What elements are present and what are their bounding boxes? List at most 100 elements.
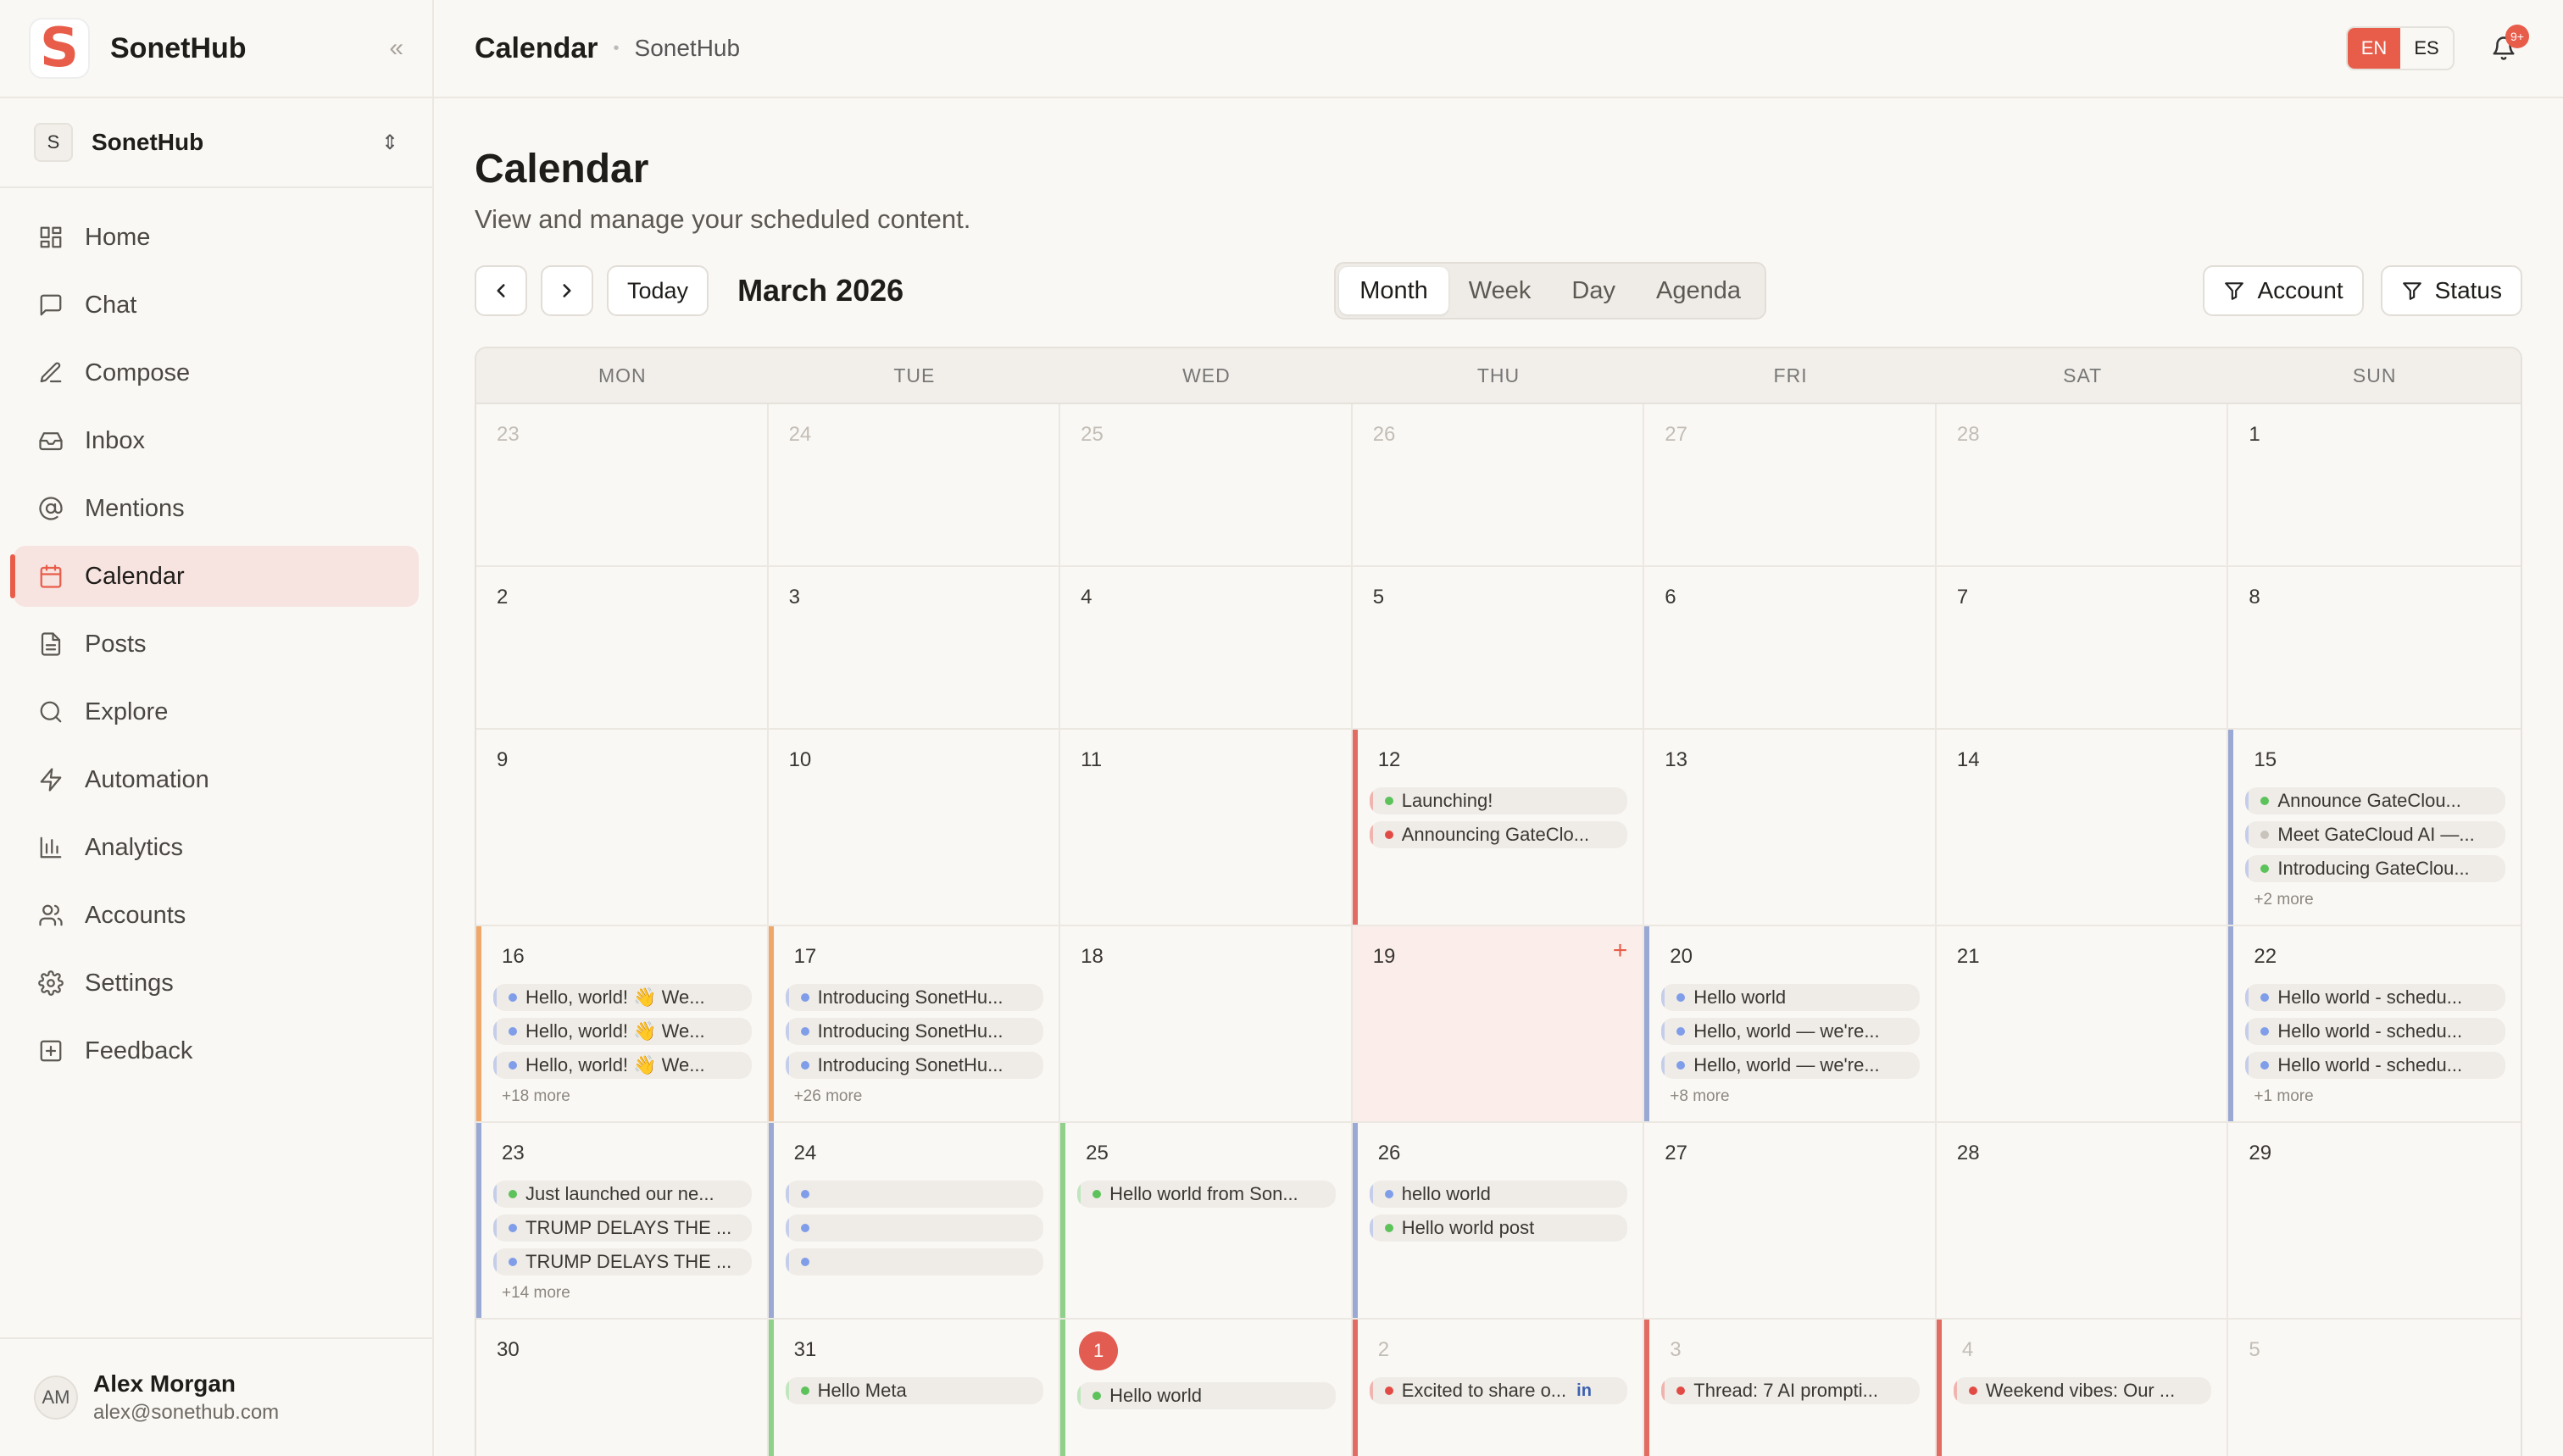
calendar-day-cell[interactable]: 26 hello world Hello world post <box>1352 1123 1645 1318</box>
sidebar-item-home[interactable]: Home <box>14 207 419 268</box>
calendar-day-cell[interactable]: 21 <box>1937 926 2229 1121</box>
calendar-event[interactable]: Hello world - schedu... <box>2245 1018 2505 1045</box>
calendar-day-cell[interactable]: 29 <box>2228 1123 2521 1318</box>
breadcrumb-workspace[interactable]: SonetHub <box>635 35 741 62</box>
calendar-event[interactable]: Hello, world! 👋 We... <box>493 1052 752 1079</box>
calendar-day-cell[interactable]: 25 Hello world from Son... <box>1060 1123 1353 1318</box>
view-agenda-button[interactable]: Agenda <box>1636 267 1761 314</box>
calendar-event[interactable]: Hello world <box>1077 1382 1336 1409</box>
collapse-sidebar-icon[interactable]: « <box>389 34 403 63</box>
calendar-event[interactable]: Introducing GateClou... <box>2245 855 2505 882</box>
calendar-day-cell[interactable]: 19 + <box>1352 926 1645 1121</box>
view-week-button[interactable]: Week <box>1448 267 1552 314</box>
calendar-event[interactable]: Hello, world — we're... <box>1661 1052 1920 1079</box>
sidebar-item-chat[interactable]: Chat <box>14 275 419 336</box>
calendar-event[interactable]: Just launched our ne... <box>493 1181 752 1208</box>
calendar-day-cell[interactable]: 2 Excited to share o... in <box>1352 1320 1645 1456</box>
view-day-button[interactable]: Day <box>1551 267 1636 314</box>
calendar-day-cell[interactable]: 3 Thread: 7 AI prompti... <box>1644 1320 1937 1456</box>
calendar-day-cell[interactable]: 12 Launching! Announcing GateClo... <box>1352 730 1645 925</box>
more-events-link[interactable]: +8 more <box>1670 1087 1920 1106</box>
prev-month-button[interactable] <box>475 265 527 316</box>
calendar-event[interactable]: Hello world from Son... <box>1077 1181 1336 1208</box>
calendar-event[interactable]: Hello world - schedu... <box>2245 984 2505 1011</box>
calendar-day-cell[interactable]: 22 Hello world - schedu... Hello world - s… <box>2228 926 2521 1121</box>
calendar-day-cell[interactable]: 5 <box>2228 1320 2521 1456</box>
calendar-event[interactable]: TRUMP DELAYS THE ... <box>493 1248 752 1275</box>
calendar-event[interactable]: Hello, world! 👋 We... <box>493 984 752 1011</box>
more-events-link[interactable]: +2 more <box>2254 891 2505 909</box>
calendar-day-cell[interactable]: 5 <box>1353 567 1645 728</box>
sidebar-item-feedback[interactable]: Feedback <box>14 1020 419 1081</box>
more-events-link[interactable]: +18 more <box>502 1087 752 1106</box>
calendar-event[interactable]: Thread: 7 AI prompti... <box>1661 1377 1920 1404</box>
workspace-switcher[interactable]: S SonetHub ⇕ <box>0 98 432 188</box>
calendar-event[interactable]: Introducing SonetHu... <box>785 1018 1044 1045</box>
calendar-day-cell[interactable]: 14 <box>1937 730 2229 925</box>
sidebar-item-settings[interactable]: Settings <box>14 953 419 1014</box>
calendar-event[interactable]: Hello Meta <box>785 1377 1044 1404</box>
calendar-day-cell[interactable]: 23 Just launched our ne... TRUMP DELAYS TH… <box>476 1123 769 1318</box>
status-filter-button[interactable]: Status <box>2380 265 2522 316</box>
calendar-day-cell[interactable]: 25 <box>1060 404 1353 565</box>
calendar-event[interactable]: Introducing SonetHu... <box>785 984 1044 1011</box>
next-month-button[interactable] <box>541 265 593 316</box>
calendar-day-cell[interactable]: 13 <box>1644 730 1937 925</box>
more-events-link[interactable]: +14 more <box>502 1284 752 1303</box>
calendar-day-cell[interactable]: 15 Announce GateClou... Meet GateCloud AI … <box>2228 730 2521 925</box>
lang-es-button[interactable]: ES <box>2400 28 2453 69</box>
calendar-day-cell[interactable]: 1 <box>2228 404 2521 565</box>
calendar-day-cell[interactable]: 24 <box>768 1123 1061 1318</box>
calendar-day-cell[interactable]: 18 <box>1060 926 1353 1121</box>
calendar-event[interactable]: Hello world post <box>1369 1214 1628 1242</box>
calendar-event[interactable]: Hello world <box>1661 984 1920 1011</box>
calendar-event[interactable]: Hello, world — we're... <box>1661 1018 1920 1045</box>
lang-en-button[interactable]: EN <box>2348 28 2400 69</box>
user-profile[interactable]: AM Alex Morgan alex@sonethub.com <box>0 1337 432 1456</box>
calendar-event[interactable]: Launching! <box>1369 787 1628 814</box>
calendar-day-cell[interactable]: 11 <box>1060 730 1353 925</box>
calendar-event[interactable]: hello world <box>1369 1181 1628 1208</box>
calendar-day-cell[interactable]: 16 Hello, world! 👋 We... Hello, world! 👋 W… <box>476 926 769 1121</box>
calendar-event[interactable]: Hello, world! 👋 We... <box>493 1018 752 1045</box>
calendar-event[interactable] <box>785 1214 1044 1242</box>
account-filter-button[interactable]: Account <box>2203 265 2364 316</box>
calendar-event[interactable]: Announcing GateClo... <box>1369 821 1628 848</box>
calendar-day-cell[interactable]: 6 <box>1644 567 1937 728</box>
calendar-day-cell[interactable]: 28 <box>1937 1123 2229 1318</box>
sidebar-item-accounts[interactable]: Accounts <box>14 885 419 946</box>
calendar-day-cell[interactable]: 2 <box>476 567 769 728</box>
calendar-day-cell[interactable]: 4 Weekend vibes: Our ... <box>1936 1320 2229 1456</box>
sidebar-item-posts[interactable]: Posts <box>14 614 419 675</box>
calendar-event[interactable]: Weekend vibes: Our ... <box>1953 1377 2212 1404</box>
calendar-day-cell[interactable]: 7 <box>1937 567 2229 728</box>
sidebar-item-calendar[interactable]: Calendar <box>10 546 419 607</box>
more-events-link[interactable]: +26 more <box>794 1087 1044 1106</box>
calendar-day-cell[interactable]: 8 <box>2228 567 2521 728</box>
sidebar-item-analytics[interactable]: Analytics <box>14 817 419 878</box>
calendar-day-cell[interactable]: 28 <box>1937 404 2229 565</box>
sidebar-item-compose[interactable]: Compose <box>14 342 419 403</box>
calendar-day-cell[interactable]: 30 <box>476 1320 769 1456</box>
calendar-event[interactable] <box>785 1181 1044 1208</box>
sidebar-item-mentions[interactable]: Mentions <box>14 478 419 539</box>
calendar-event[interactable]: TRUMP DELAYS THE ... <box>493 1214 752 1242</box>
calendar-day-cell[interactable]: 1 Hello world <box>1060 1320 1353 1456</box>
calendar-day-cell[interactable]: 31 Hello Meta <box>768 1320 1061 1456</box>
calendar-day-cell[interactable]: 27 <box>1644 1123 1937 1318</box>
add-post-icon[interactable]: + <box>1613 936 1628 965</box>
calendar-event[interactable]: Meet GateCloud AI —... <box>2245 821 2505 848</box>
calendar-day-cell[interactable]: 9 <box>476 730 769 925</box>
calendar-event[interactable] <box>785 1248 1044 1275</box>
view-month-button[interactable]: Month <box>1339 267 1448 314</box>
calendar-day-cell[interactable]: 4 <box>1060 567 1353 728</box>
calendar-day-cell[interactable]: 27 <box>1644 404 1937 565</box>
calendar-day-cell[interactable]: 17 Introducing SonetHu... Introducing Sone… <box>768 926 1061 1121</box>
calendar-event[interactable]: Hello world - schedu... <box>2245 1052 2505 1079</box>
calendar-event[interactable]: Introducing SonetHu... <box>785 1052 1044 1079</box>
calendar-day-cell[interactable]: 3 <box>769 567 1061 728</box>
today-button[interactable]: Today <box>607 265 709 316</box>
sonethub-logo[interactable]: S <box>29 18 90 79</box>
calendar-day-cell[interactable]: 23 <box>476 404 769 565</box>
sidebar-item-automation[interactable]: Automation <box>14 749 419 810</box>
